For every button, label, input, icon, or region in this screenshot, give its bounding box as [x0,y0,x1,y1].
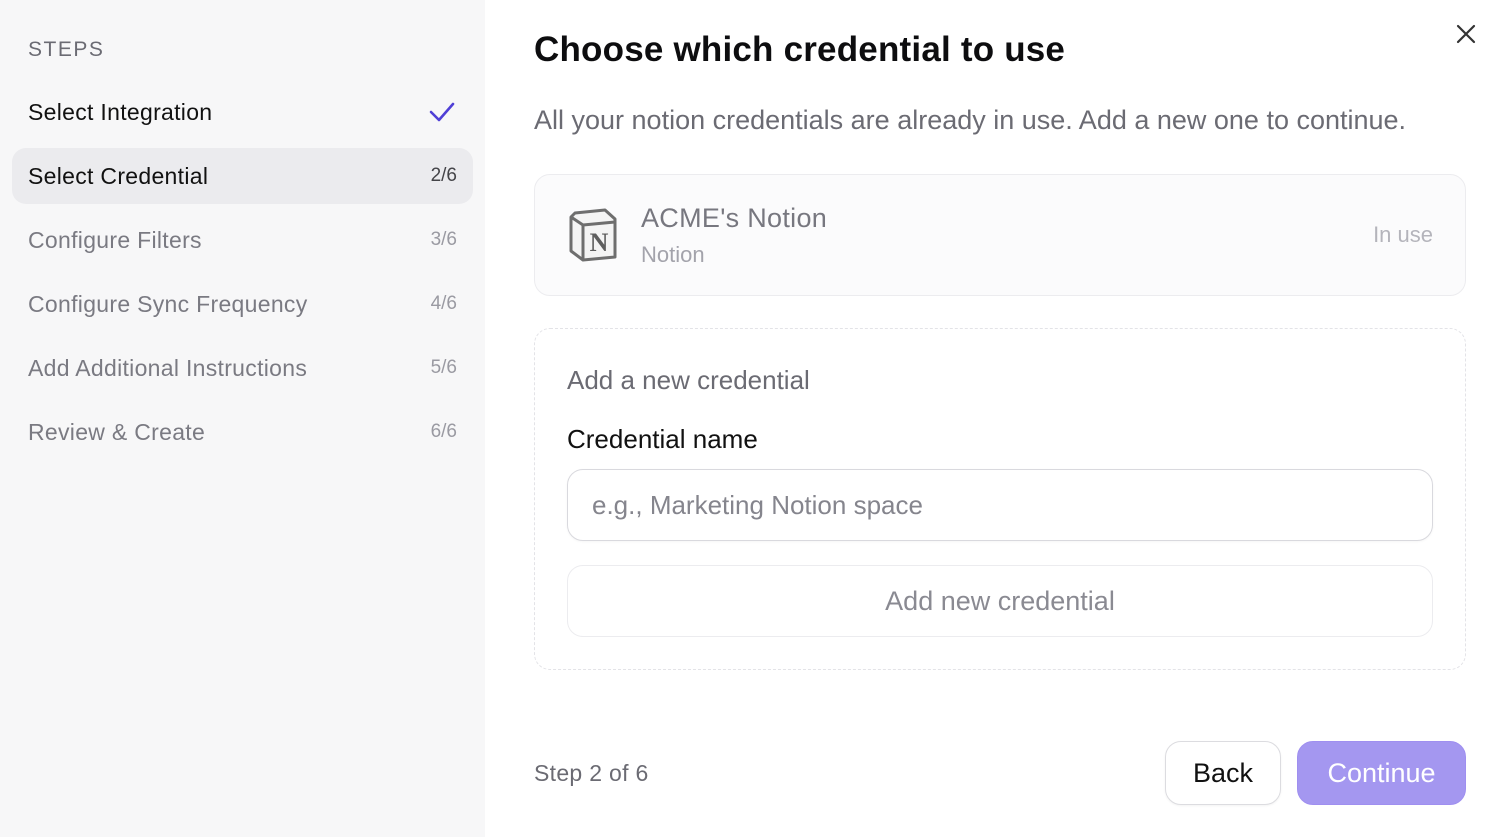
step-select-credential[interactable]: Select Credential 2/6 [12,148,473,204]
add-new-credential-button[interactable]: Add new credential [567,565,1433,637]
notion-icon: N [567,207,619,263]
step-count: 5/6 [430,357,457,378]
step-label: Configure Sync Frequency [28,290,308,317]
step-count: 6/6 [430,421,457,442]
wizard-footer: Step 2 of 6 Back Continue [534,741,1466,805]
step-label: Configure Filters [28,226,202,253]
new-credential-section: Add a new credential Credential name Add… [534,328,1466,670]
step-count: 3/6 [430,229,457,250]
step-select-integration[interactable]: Select Integration [12,84,473,140]
step-count: 2/6 [430,165,457,186]
step-indicator: Step 2 of 6 [534,759,649,786]
credential-type: Notion [641,241,705,267]
step-count: 4/6 [430,293,457,314]
existing-credential-card: N ACME's Notion Notion In use [534,174,1466,296]
step-label: Add Additional Instructions [28,354,308,381]
credential-wizard: STEPS Select Integration Select Credenti… [0,0,1510,837]
step-label: Select Credential [28,162,209,189]
step-review-create[interactable]: Review & Create 6/6 [12,404,473,460]
step-configure-sync-frequency[interactable]: Configure Sync Frequency 4/6 [12,276,473,332]
step-add-additional-instructions[interactable]: Add Additional Instructions 5/6 [12,340,473,396]
back-button[interactable]: Back [1165,741,1281,805]
footer-buttons: Back Continue [1165,741,1466,805]
credential-status-badge: In use [1373,222,1433,247]
credential-name: ACME's Notion [641,202,828,233]
step-label: Review & Create [28,418,206,445]
step-label: Select Integration [28,98,213,125]
new-credential-heading: Add a new credential [567,365,810,395]
steps-sidebar: STEPS Select Integration Select Credenti… [0,0,485,837]
credential-info: ACME's Notion Notion [641,203,1373,268]
close-icon [1456,24,1476,44]
svg-text:N: N [590,228,609,257]
page-title: Choose which credential to use [534,30,1066,69]
step-configure-filters[interactable]: Configure Filters 3/6 [12,212,473,268]
steps-heading: STEPS [28,38,105,61]
checkmark-icon [427,97,457,127]
page-subtitle: All your notion credentials are already … [534,105,1407,135]
close-button[interactable] [1450,18,1482,50]
continue-button[interactable]: Continue [1297,741,1466,805]
credential-name-label: Credential name [567,424,758,454]
main-panel: Choose which credential to use All your … [485,0,1510,837]
credential-name-input[interactable] [567,469,1433,541]
